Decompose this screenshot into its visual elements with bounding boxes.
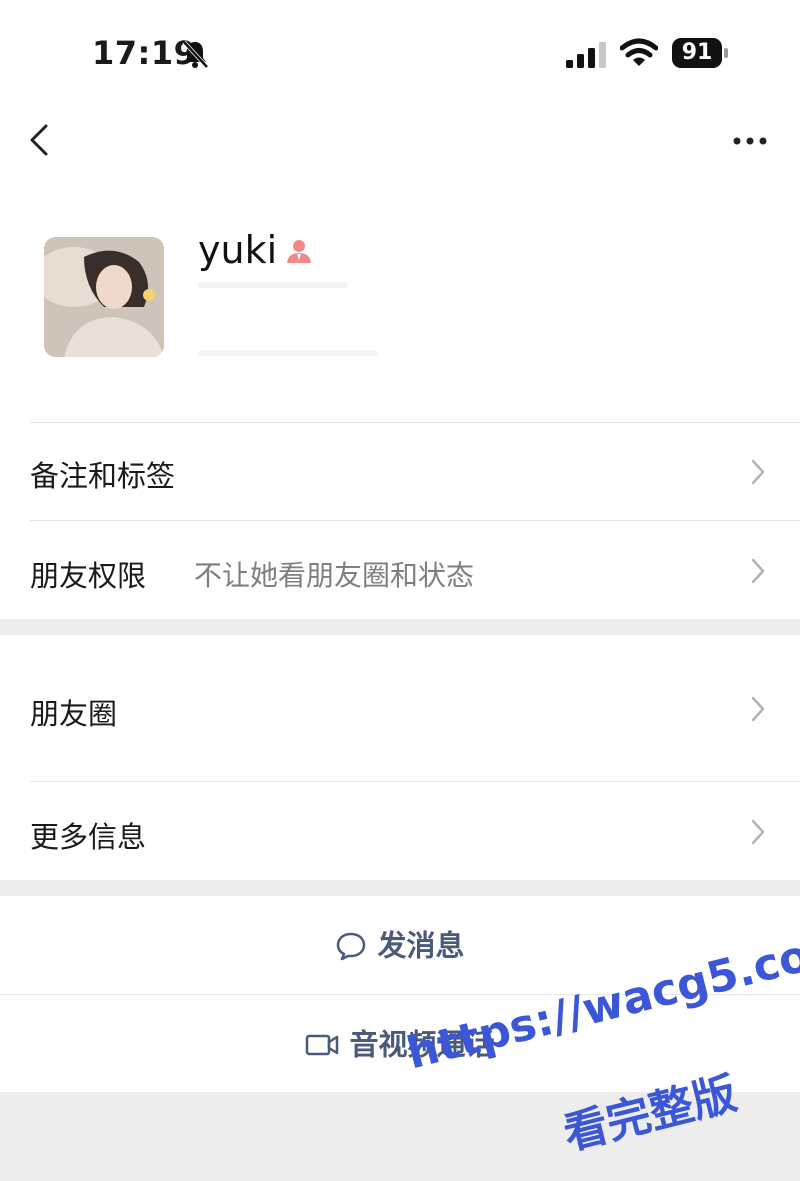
- friend-permission-row[interactable]: 朋友权限 不让她看朋友圈和状态: [0, 521, 800, 619]
- bell-mute-icon: [182, 40, 209, 69]
- send-message-label: 发消息: [377, 928, 465, 963]
- chat-bubble-icon: [337, 932, 366, 961]
- battery-level: 91: [672, 38, 722, 68]
- profile-subtitle-blurred: [198, 282, 348, 288]
- moments-label: 朋友圈: [30, 697, 118, 731]
- avatar-image: [44, 237, 164, 357]
- video-camera-icon: [306, 1034, 339, 1056]
- profile-name: yuki: [198, 228, 278, 272]
- section-gap: [0, 619, 800, 635]
- profile-region-blurred: [198, 350, 378, 356]
- section-gap: [0, 880, 800, 896]
- friend-permission-label: 朋友权限: [30, 559, 147, 593]
- avatar[interactable]: [44, 237, 164, 357]
- more-info-row[interactable]: 更多信息: [0, 782, 800, 880]
- moments-row[interactable]: 朋友圈: [0, 635, 800, 781]
- chevron-right-icon: [751, 696, 765, 722]
- notes-tags-label: 备注和标签: [30, 459, 176, 493]
- more-info-label: 更多信息: [30, 820, 147, 854]
- chevron-right-icon: [751, 459, 765, 485]
- female-user-icon: [287, 240, 311, 263]
- chevron-right-icon: [751, 819, 765, 845]
- wifi-icon: [620, 38, 658, 66]
- more-icon[interactable]: [730, 126, 770, 156]
- chevron-right-icon: [751, 558, 765, 584]
- friend-permission-value: 不让她看朋友圈和状态: [194, 559, 475, 592]
- status-bar: 17:19 91: [0, 0, 800, 100]
- battery-cap: [724, 48, 728, 58]
- battery-icon: 91: [672, 38, 730, 68]
- notes-tags-row[interactable]: 备注和标签: [0, 423, 800, 520]
- signal-icon: [566, 42, 606, 68]
- chevron-left-icon[interactable]: [26, 120, 56, 160]
